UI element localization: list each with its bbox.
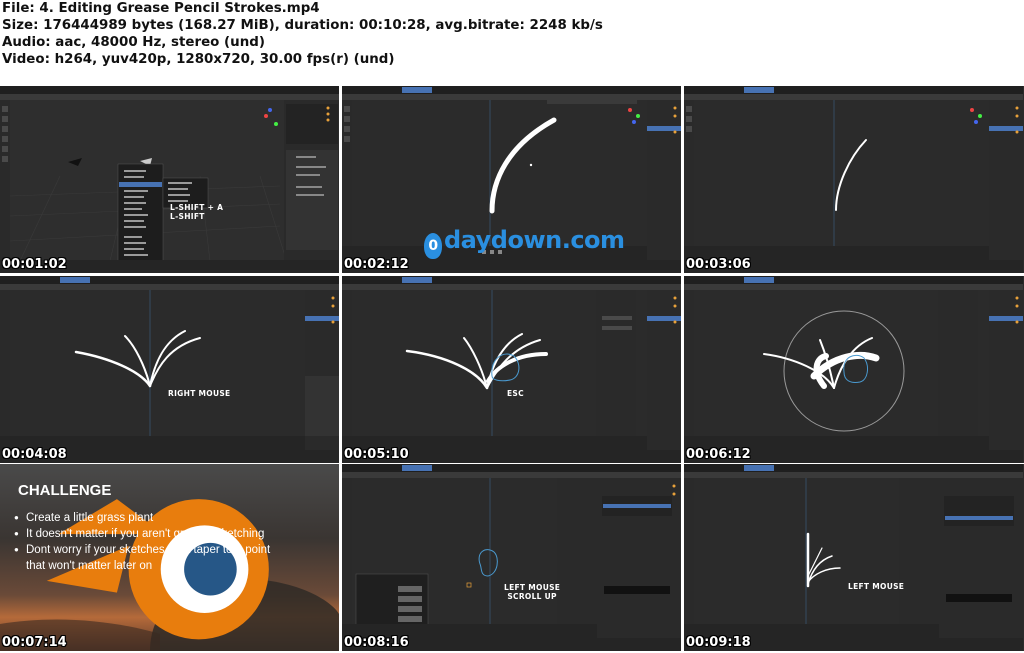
timestamp-4: 00:04:08	[2, 447, 67, 462]
blender-viewport-6	[684, 276, 1023, 463]
watermark-text: daydown.com	[444, 226, 625, 254]
thumbnail-3[interactable]: 00:03:06	[684, 86, 1024, 273]
thumbnail-1[interactable]: L-SHIFT + A L-SHIFT 00:01:02	[0, 86, 339, 273]
blender-viewport-4	[0, 276, 339, 463]
thumbnail-4[interactable]: RIGHT MOUSE 00:04:08	[0, 276, 339, 463]
shortcut-caption-5: ESC	[507, 389, 524, 398]
audio-info-line: Audio: aac, 48000 Hz, stereo (und)	[2, 35, 265, 50]
blender-viewport-5	[342, 276, 681, 463]
timestamp-9: 00:09:18	[686, 635, 751, 650]
thumbnail-8[interactable]: LEFT MOUSE SCROLL UP 00:08:16	[342, 464, 681, 651]
watermark-logo-icon: 0	[424, 233, 442, 259]
thumbnail-6[interactable]: 00:06:12	[684, 276, 1024, 463]
timestamp-8: 00:08:16	[344, 635, 409, 650]
thumbnail-9[interactable]: LEFT MOUSE 00:09:18	[684, 464, 1024, 651]
shortcut-caption-line2: L-SHIFT	[170, 212, 205, 221]
thumbnail-5[interactable]: ESC 00:05:10	[342, 276, 681, 463]
blender-viewport-1	[0, 86, 339, 273]
challenge-slide: CHALLENGE Create a little grass plant It…	[0, 464, 339, 651]
watermark: 0 daydown.com	[424, 226, 625, 259]
file-name-line: File: 4. Editing Grease Pencil Strokes.m…	[2, 1, 320, 16]
shortcut-caption-line1: L-SHIFT + A	[170, 203, 224, 212]
timestamp-1: 00:01:02	[2, 257, 67, 272]
shortcut-caption-line2: SCROLL UP	[507, 592, 557, 601]
challenge-list: Create a little grass plant It doesn't m…	[14, 510, 270, 574]
file-info: File: 4. Editing Grease Pencil Strokes.m…	[2, 0, 702, 68]
shortcut-caption-line1: LEFT MOUSE	[504, 583, 561, 592]
file-size-line: Size: 176444989 bytes (168.27 MiB), dura…	[2, 18, 603, 33]
timestamp-5: 00:05:10	[344, 447, 409, 462]
timestamp-6: 00:06:12	[686, 447, 751, 462]
challenge-item: Create a little grass plant	[14, 510, 270, 526]
video-info-line: Video: h264, yuv420p, 1280x720, 30.00 fp…	[2, 52, 395, 67]
blender-viewport-3	[684, 86, 1023, 273]
timestamp-7: 00:07:14	[2, 635, 67, 650]
thumbnail-grid: L-SHIFT + A L-SHIFT 00:01:02 00:02:12 00…	[0, 86, 1024, 653]
challenge-item: It doesn't matter if you aren't great at…	[14, 526, 270, 542]
shortcut-caption-1: L-SHIFT + A L-SHIFT	[170, 203, 223, 221]
timestamp-2: 00:02:12	[344, 257, 409, 272]
blender-viewport-8	[342, 464, 681, 651]
blender-viewport-9	[684, 464, 1023, 651]
shortcut-caption-8: LEFT MOUSE SCROLL UP	[504, 583, 560, 601]
shortcut-caption-9: LEFT MOUSE	[848, 582, 905, 591]
challenge-item: Dont worry if your sketches dont taper t…	[14, 542, 270, 558]
shortcut-caption-4: RIGHT MOUSE	[168, 389, 231, 398]
challenge-item-continuation: that won't matter later on	[26, 560, 153, 572]
timestamp-3: 00:03:06	[686, 257, 751, 272]
thumbnail-7[interactable]: CHALLENGE Create a little grass plant It…	[0, 464, 339, 651]
